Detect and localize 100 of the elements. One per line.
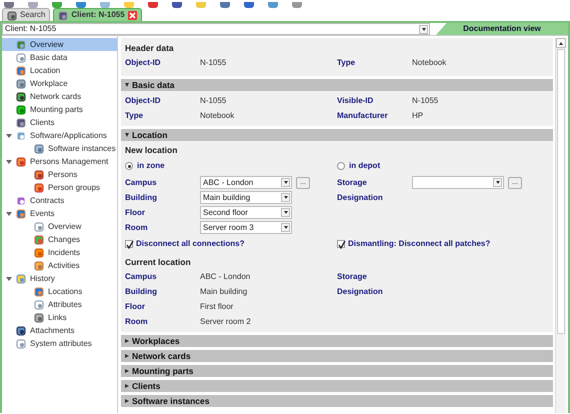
section-title: Mounting parts	[132, 365, 194, 377]
sidebar-item[interactable]: Attachments	[2, 324, 117, 337]
field-label: Building	[125, 192, 158, 204]
expander-icon[interactable]	[6, 212, 12, 216]
dropdown-field[interactable]	[412, 176, 504, 189]
section-header[interactable]: Network cards	[121, 350, 553, 362]
expander-icon[interactable]	[125, 369, 129, 373]
section-header[interactable]: Mounting parts	[121, 365, 553, 377]
sidebar-item[interactable]: Persons	[2, 168, 117, 181]
sidebar-item[interactable]: Events	[2, 207, 117, 220]
tab[interactable]: Search	[2, 8, 50, 21]
field-label: Room	[125, 222, 149, 234]
sidebar-item[interactable]: Mounting parts	[2, 103, 117, 116]
toolbar-icon[interactable]	[148, 2, 158, 8]
checkbox-label[interactable]: Dismantling: Disconnect all patches?	[348, 238, 490, 250]
section-title: Software instances	[132, 395, 210, 407]
tab[interactable]: Client: N-1055	[53, 8, 142, 21]
sidebar-item[interactable]: Software/Applications	[2, 129, 117, 142]
scroll-up-button[interactable]	[556, 38, 566, 48]
radio-button[interactable]	[337, 162, 345, 170]
sidebar-item[interactable]: Links	[2, 311, 117, 324]
toolbar-icon[interactable]	[76, 2, 86, 8]
field-label: Room	[125, 316, 149, 328]
section-header[interactable]: Basic data	[121, 79, 553, 91]
sidebar-item[interactable]: Changes	[2, 233, 117, 246]
sidebar-item[interactable]: System attributes	[2, 337, 117, 350]
section-title: Basic data	[132, 79, 175, 91]
radio-button[interactable]	[125, 162, 133, 170]
scroll-thumb[interactable]	[557, 49, 565, 334]
field-label: Manufacturer	[337, 110, 389, 122]
sidebar-item[interactable]: Contracts	[2, 194, 117, 207]
field-value: N-1055	[412, 94, 438, 106]
toolbar-icon[interactable]	[52, 2, 62, 8]
field-label: Designation	[337, 192, 384, 204]
field-value: First floor	[200, 300, 234, 312]
sidebar-item[interactable]: Network cards	[2, 90, 117, 103]
field-label: Campus	[125, 270, 158, 282]
sidebar-item[interactable]: Person groups	[2, 181, 117, 194]
checkbox[interactable]	[337, 240, 345, 248]
sidebar-item[interactable]: Overview	[2, 38, 117, 51]
caret-icon	[419, 24, 428, 34]
checkbox[interactable]	[125, 240, 133, 248]
sidebar-item[interactable]: Attributes	[2, 298, 117, 311]
toolbar-icon[interactable]	[172, 2, 182, 8]
toolbar-icon[interactable]	[220, 2, 230, 8]
expander-icon[interactable]	[125, 133, 129, 137]
dropdown-field[interactable]: Main building	[200, 191, 292, 204]
section-title: Clients	[132, 380, 160, 392]
toolbar-icon[interactable]	[4, 2, 14, 8]
field-label: Storage	[337, 270, 368, 282]
sidebar-item[interactable]: Incidents	[2, 246, 117, 259]
subsection-title: New location	[125, 144, 178, 157]
expander-icon[interactable]	[125, 399, 129, 403]
sidebar-item[interactable]: Activities	[2, 259, 117, 272]
toolbar-icon[interactable]	[292, 2, 302, 8]
field-label: Designation	[337, 286, 384, 298]
sidebar-item[interactable]: Clients	[2, 116, 117, 129]
toolbar-icon[interactable]	[268, 2, 278, 8]
section-header[interactable]: Software instances	[121, 395, 553, 407]
section-header[interactable]: Workplaces	[121, 335, 553, 347]
field-label: Type	[125, 110, 144, 122]
sidebar-item[interactable]: Persons Management	[2, 155, 117, 168]
field-label: Visible-ID	[337, 94, 374, 106]
field-value: Main building	[200, 286, 248, 298]
sidebar-item[interactable]: Software instances	[2, 142, 117, 155]
expander-icon[interactable]	[125, 384, 129, 388]
expander-icon[interactable]	[6, 276, 12, 280]
sidebar-item[interactable]: History	[2, 272, 117, 285]
expander-icon[interactable]	[6, 160, 12, 164]
sidebar-item[interactable]: Location	[2, 64, 117, 77]
view-tab[interactable]: Documentation view	[436, 23, 568, 35]
expander-icon[interactable]	[125, 339, 129, 343]
dropdown-field[interactable]: ABC - London	[200, 176, 292, 189]
expander-icon[interactable]	[125, 354, 129, 358]
section-title: Workplaces	[132, 335, 180, 347]
field-label: Storage	[337, 176, 368, 188]
section-title: Location	[132, 129, 168, 141]
caret-icon	[493, 178, 502, 187]
dropdown-field[interactable]: Server room 3	[200, 221, 292, 234]
radio-label[interactable]: in zone	[137, 160, 165, 172]
scrollbar[interactable]	[555, 38, 566, 413]
field-label: Floor	[125, 300, 146, 312]
object-dropdown[interactable]: Client: N-1055	[2, 23, 430, 35]
sidebar-item[interactable]: Overview	[2, 220, 117, 233]
expander-icon[interactable]	[6, 134, 12, 138]
toolbar-icon[interactable]	[244, 2, 254, 8]
expander-icon[interactable]	[125, 83, 129, 87]
radio-label[interactable]: in depot	[349, 160, 380, 172]
section-header[interactable]: Clients	[121, 380, 553, 392]
section-header[interactable]: Location	[121, 129, 553, 141]
field-value: ABC - London	[200, 270, 250, 282]
field-label: Object-ID	[125, 94, 162, 106]
sidebar-item[interactable]: Basic data	[2, 51, 117, 64]
checkbox-label[interactable]: Disconnect all connections?	[136, 238, 244, 250]
dropdown-field[interactable]: Second floor	[200, 206, 292, 219]
section-title: Network cards	[132, 350, 191, 362]
subsection-title: Current location	[125, 256, 192, 269]
sidebar-item[interactable]: Workplace	[2, 77, 117, 90]
sidebar-item[interactable]: Locations	[2, 285, 117, 298]
close-icon[interactable]	[128, 10, 137, 20]
